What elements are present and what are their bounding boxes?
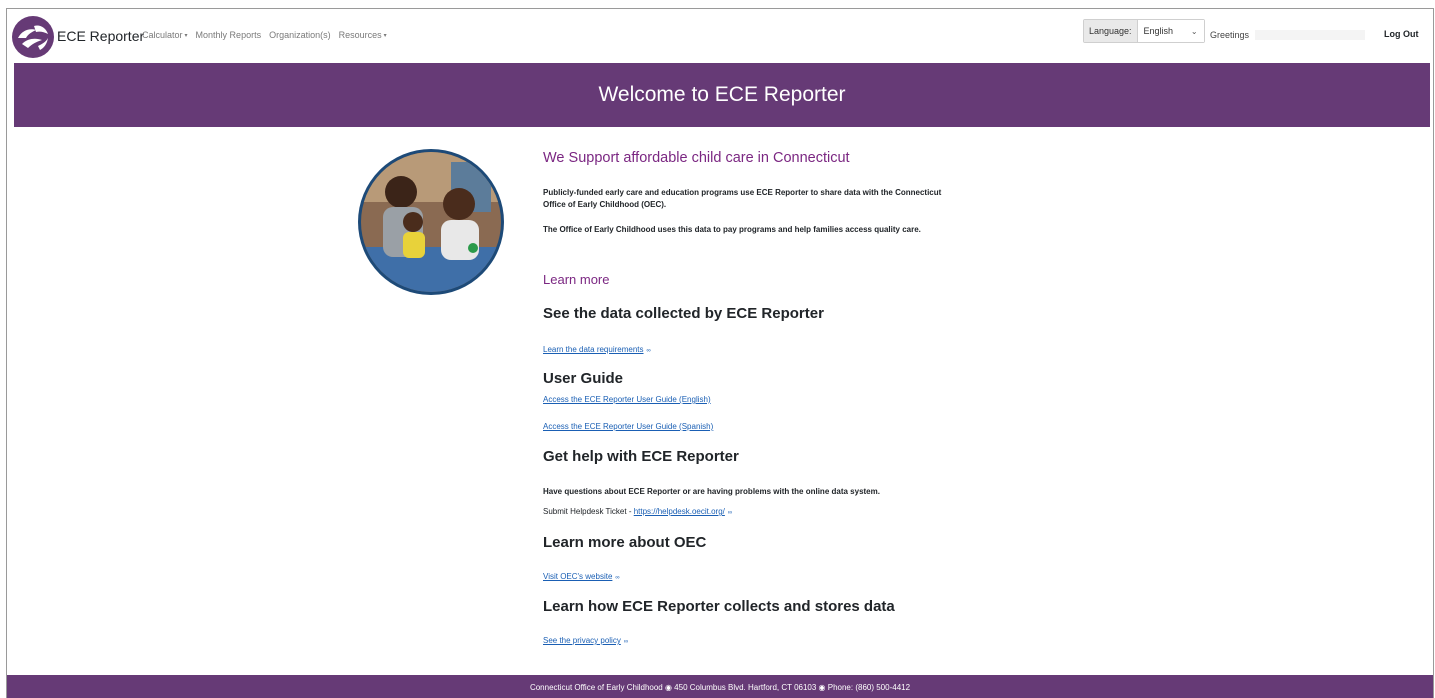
oec-heading: Learn more about OEC xyxy=(543,534,707,551)
privacy-heading: Learn how ECE Reporter collects and stor… xyxy=(543,598,895,615)
ece-reporter-logo-icon[interactable] xyxy=(12,16,54,58)
language-value: English xyxy=(1143,26,1174,36)
greeting-username xyxy=(1255,30,1365,40)
nav-calculator[interactable]: Calculator ▾ xyxy=(142,30,188,40)
footer-contact: Connecticut Office of Early Childhood ◉ … xyxy=(529,682,911,692)
nav-resources[interactable]: Resources ▾ xyxy=(339,30,387,40)
caret-down-icon: ▾ xyxy=(184,32,188,39)
language-select[interactable]: English ⌄ xyxy=(1137,20,1204,42)
chevron-down-icon: ⌄ xyxy=(1190,26,1198,36)
external-link-icon: ∞ xyxy=(727,510,733,516)
privacy-policy-link-text: See the privacy policy xyxy=(543,636,621,645)
nav-monthly-reports[interactable]: Monthly Reports xyxy=(196,30,262,40)
language-selector: Language: English ⌄ xyxy=(1083,19,1205,43)
user-guide-heading: User Guide xyxy=(543,370,624,387)
intro-paragraph-2: The Office of Early Childhood uses this … xyxy=(543,225,921,234)
user-guide-spanish-link[interactable]: Access the ECE Reporter User Guide (Span… xyxy=(543,422,713,431)
helpdesk-row: Submit Helpdesk Ticket - https://helpdes… xyxy=(543,507,732,516)
caret-down-icon: ▾ xyxy=(383,32,387,39)
logout-button[interactable]: Log Out xyxy=(1384,29,1419,39)
top-navbar: ECE Reporter Calculator ▾ Monthly Report… xyxy=(7,9,1433,61)
user-guide-english-link[interactable]: Access the ECE Reporter User Guide (Engl… xyxy=(543,395,711,404)
main-nav: Calculator ▾ Monthly Reports Organizatio… xyxy=(142,30,387,40)
data-collected-heading: See the data collected by ECE Reporter xyxy=(543,305,824,322)
helpdesk-label: Submit Helpdesk Ticket - xyxy=(543,507,634,516)
oec-website-link[interactable]: Visit OEC's website ∞ xyxy=(543,572,620,581)
nav-organizations[interactable]: Organization(s) xyxy=(269,30,331,40)
external-link-icon: ∞ xyxy=(623,639,629,645)
intro-heading: We Support affordable child care in Conn… xyxy=(543,150,850,166)
privacy-policy-link[interactable]: See the privacy policy ∞ xyxy=(543,636,628,645)
external-link-icon: ∞ xyxy=(615,575,620,581)
page-footer: Connecticut Office of Early Childhood ◉ … xyxy=(7,675,1433,698)
help-text: Have questions about ECE Reporter or are… xyxy=(543,487,880,496)
help-heading: Get help with ECE Reporter xyxy=(543,448,739,465)
external-link-icon: ∞ xyxy=(646,348,651,354)
data-requirements-link-text: Learn the data requirements xyxy=(543,345,644,354)
nav-resources-label: Resources xyxy=(338,30,382,40)
learn-more-heading: Learn more xyxy=(543,272,610,287)
intro-paragraph-1: Publicly-funded early care and education… xyxy=(543,188,942,209)
helpdesk-link[interactable]: https://helpdesk.oecit.org/ xyxy=(634,507,725,516)
nav-monthly-reports-label: Monthly Reports xyxy=(195,30,262,40)
families-photo xyxy=(358,149,504,295)
greeting-text: Greetings xyxy=(1210,30,1250,40)
data-requirements-link[interactable]: Learn the data requirements ∞ xyxy=(543,345,651,354)
welcome-banner: Welcome to ECE Reporter xyxy=(14,63,1430,127)
brand-name[interactable]: ECE Reporter xyxy=(57,28,144,44)
nav-calculator-label: Calculator xyxy=(142,30,183,40)
nav-organizations-label: Organization(s) xyxy=(269,30,331,40)
oec-website-link-text: Visit OEC's website xyxy=(543,572,613,581)
page-title: Welcome to ECE Reporter xyxy=(598,83,846,106)
language-label: Language: xyxy=(1084,20,1138,42)
page-frame: ECE Reporter Calculator ▾ Monthly Report… xyxy=(6,8,1434,698)
